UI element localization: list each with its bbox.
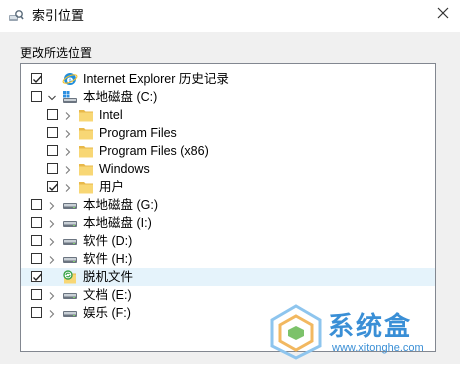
tree-row-软件-d[interactable]: 软件 (D:) [21, 232, 435, 250]
folder-icon [78, 161, 94, 177]
tree-item-label: 软件 (H:) [83, 252, 133, 266]
checkbox[interactable] [31, 91, 42, 102]
drive-icon [62, 215, 78, 231]
internet-explorer-icon: e [62, 71, 78, 87]
tree-item-label: 用户 [99, 180, 125, 194]
tree-row-program-files[interactable]: Program Files [21, 124, 435, 142]
tree-row-本地磁盘-g[interactable]: 本地磁盘 (G:) [21, 196, 435, 214]
checkbox[interactable] [47, 109, 58, 120]
chevron-right-icon[interactable] [47, 199, 57, 211]
checkbox[interactable] [31, 271, 42, 282]
checkbox[interactable] [47, 163, 58, 174]
tree-item-label: 娱乐 (F:) [83, 306, 131, 320]
tree-item-label: 脱机文件 [83, 270, 134, 284]
chevron-right-icon[interactable] [47, 235, 57, 247]
chevron-right-icon[interactable] [47, 217, 57, 229]
tree-item-label: 文档 (E:) [83, 288, 132, 302]
tree-row-脱机文件[interactable]: 脱机文件 [21, 268, 435, 286]
tree-item-label: Windows [99, 162, 150, 176]
tree-row-本地磁盘-i[interactable]: 本地磁盘 (I:) [21, 214, 435, 232]
tree-row-用户[interactable]: 用户 [21, 178, 435, 196]
chevron-right-icon[interactable] [63, 145, 73, 157]
offline-files-icon [62, 269, 78, 285]
window-title: 索引位置 [32, 8, 85, 23]
chevron-right-icon[interactable] [63, 181, 73, 193]
chevron-right-icon[interactable] [47, 253, 57, 265]
drive-icon [62, 251, 78, 267]
tree-item-label: 本地磁盘 (C:) [83, 90, 158, 104]
chevron-right-icon[interactable] [63, 163, 73, 175]
close-icon [437, 6, 449, 24]
title-bar: 索引位置 [0, 0, 460, 32]
tree-row-internet-explorer-历史记录[interactable]: e Internet Explorer 历史记录 [21, 70, 435, 88]
tree-item-label: 本地磁盘 (G:) [83, 198, 158, 212]
checkbox[interactable] [31, 289, 42, 300]
tree-row-intel[interactable]: Intel [21, 106, 435, 124]
folder-icon [78, 179, 94, 195]
index-options-icon [8, 8, 24, 24]
checkbox[interactable] [31, 73, 42, 84]
drive-icon [62, 305, 78, 321]
section-label: 更改所选位置 [20, 46, 93, 60]
tree-row-本地磁盘-c[interactable]: 本地磁盘 (C:) [21, 88, 435, 106]
tree-item-label: Internet Explorer 历史记录 [83, 72, 229, 86]
tree-item-label: Program Files (x86) [99, 144, 209, 158]
drive-icon [62, 287, 78, 303]
checkbox[interactable] [47, 181, 58, 192]
chevron-right-icon[interactable] [63, 109, 73, 121]
chevron-right-icon[interactable] [47, 307, 57, 319]
close-button[interactable] [426, 0, 460, 30]
watermark-url: www.xitonghe.com [332, 342, 424, 354]
folder-icon [78, 125, 94, 141]
tree-item-label: Intel [99, 108, 123, 122]
chevron-down-icon[interactable] [47, 91, 57, 103]
drive-icon [62, 197, 78, 213]
chevron-right-icon[interactable] [47, 289, 57, 301]
chevron-right-icon[interactable] [63, 127, 73, 139]
tree-row-program-files-x86[interactable]: Program Files (x86) [21, 142, 435, 160]
tree-item-label: 本地磁盘 (I:) [83, 216, 152, 230]
watermark: 系统盒 www.xitonghe.com [262, 300, 458, 362]
checkbox[interactable] [31, 217, 42, 228]
tree-item-label: 软件 (D:) [83, 234, 133, 248]
windows-drive-icon [62, 89, 78, 105]
tree-row-windows[interactable]: Windows [21, 160, 435, 178]
checkbox[interactable] [47, 145, 58, 156]
drive-icon [62, 233, 78, 249]
checkbox[interactable] [31, 199, 42, 210]
xitonghe-logo-icon [268, 304, 324, 365]
tree-item-label: Program Files [99, 126, 177, 140]
folder-icon [78, 143, 94, 159]
checkbox[interactable] [31, 253, 42, 264]
checkbox[interactable] [31, 307, 42, 318]
checkbox[interactable] [47, 127, 58, 138]
watermark-text: 系统盒 [328, 311, 413, 341]
folder-icon [78, 107, 94, 123]
tree-row-软件-h[interactable]: 软件 (H:) [21, 250, 435, 268]
checkbox[interactable] [31, 235, 42, 246]
